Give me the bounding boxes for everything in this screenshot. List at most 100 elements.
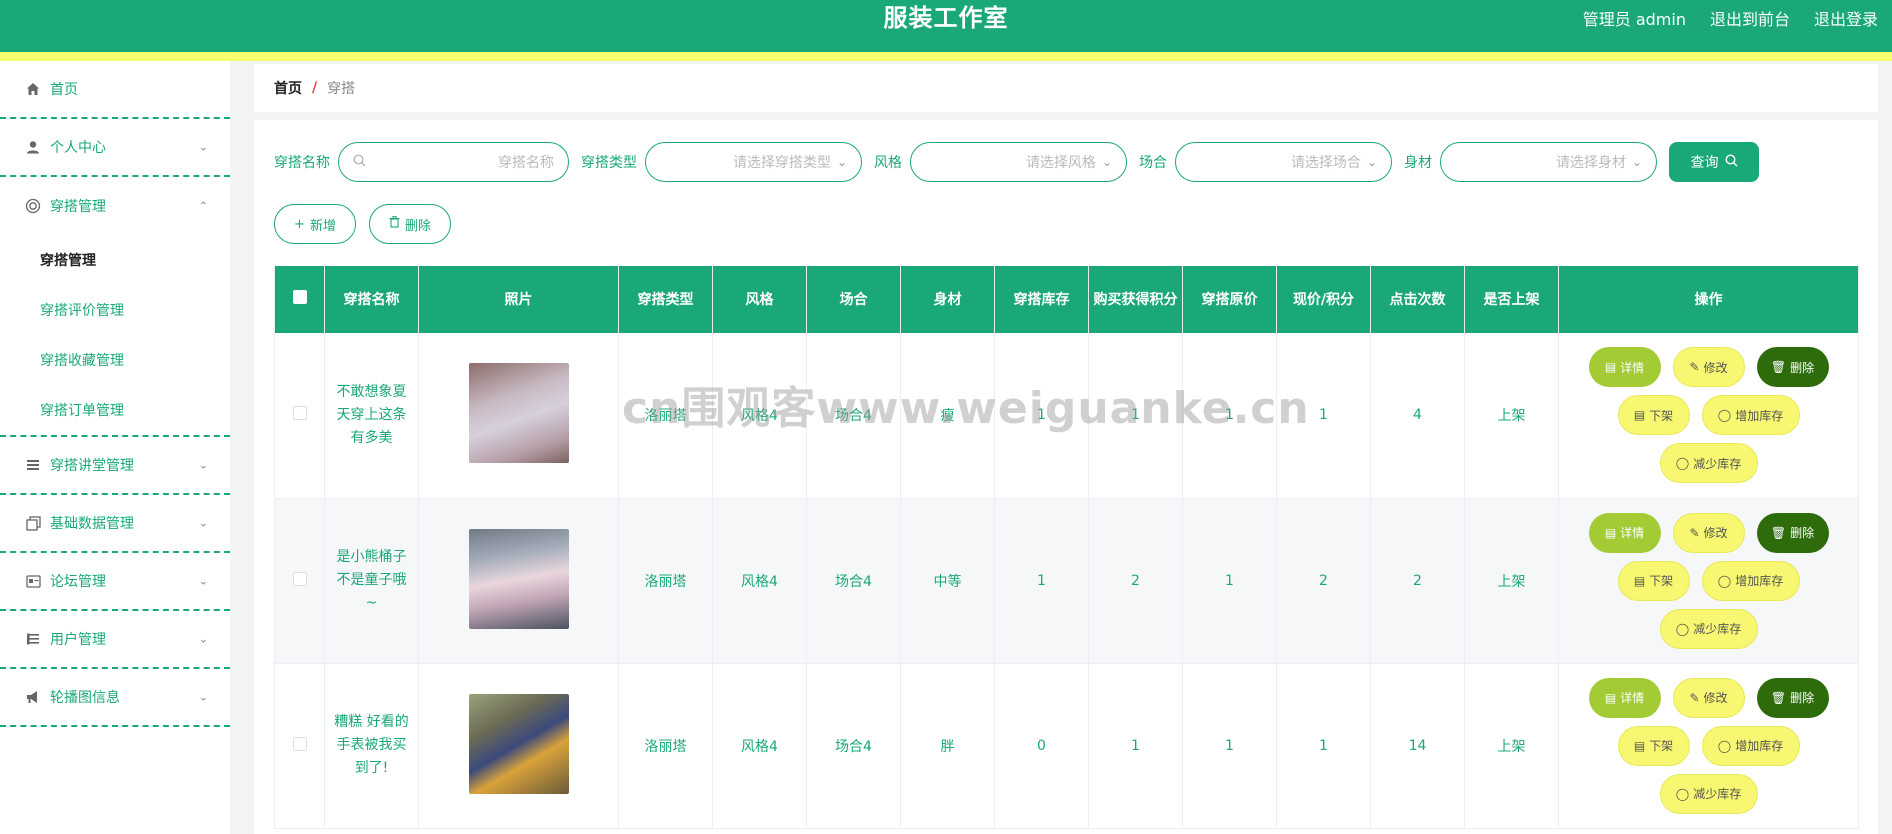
sidebar-item-home[interactable]: 首页	[0, 61, 230, 119]
chevron-down-icon: ⌄	[1101, 155, 1112, 169]
select-all-checkbox[interactable]	[292, 289, 307, 304]
figure-filter-select[interactable]: 请选择身材 ⌄	[1440, 142, 1657, 182]
submenu-item-outfit-favorite[interactable]: 穿搭收藏管理	[0, 335, 230, 385]
edit-button[interactable]: ✎ 修改	[1672, 347, 1745, 388]
detail-button[interactable]: ▤ 详情	[1588, 347, 1661, 388]
top-header: 服装工作室 管理员 admin 退出到前台 退出登录	[0, 0, 1892, 52]
submenu-item-outfit[interactable]: 穿搭管理	[0, 235, 230, 285]
column-header: 身材	[900, 266, 995, 333]
type-filter-label: 穿搭类型	[581, 155, 637, 171]
type-filter-select[interactable]: 请选择穿搭类型 ⌄	[645, 142, 862, 182]
figure-filter-placeholder: 请选择身材	[1555, 155, 1626, 171]
style-filter-select[interactable]: 请选择风格 ⌄	[910, 142, 1127, 182]
take-off-shelf-button[interactable]: ▤ 下架	[1617, 560, 1690, 601]
outfit-table: 穿搭名称 照片 穿搭类型 风格 场合 身材 穿搭库存 购买获得积分 穿搭原价 现…	[274, 266, 1859, 829]
row-checkbox[interactable]	[292, 406, 307, 421]
list-icon	[24, 456, 42, 474]
style-cell: 风格4	[712, 333, 807, 499]
edit-button[interactable]: ✎ 修改	[1672, 512, 1745, 553]
sidebar-item-basic-data[interactable]: 基础数据管理 ⌄	[0, 495, 230, 553]
submenu-item-outfit-order[interactable]: 穿搭订单管理	[0, 385, 230, 435]
sidebar-item-label: 用户管理	[50, 632, 106, 648]
filter-bar: 穿搭名称 穿搭名称 穿搭类型 请选择穿搭类型 ⌄ 风格 请选择风格 ⌄ 场合 请…	[274, 142, 1759, 182]
delete-button[interactable]: 🗑 删除	[1756, 677, 1829, 718]
reduce-stock-button[interactable]: ◯ 减少库存	[1659, 608, 1758, 649]
photo-cell	[418, 498, 619, 664]
take-off-shelf-label: 下架	[1649, 574, 1674, 588]
sidebar-item-outfit-lecture[interactable]: 穿搭讲堂管理 ⌄	[0, 437, 230, 495]
column-header: 穿搭原价	[1182, 266, 1277, 333]
sidebar-item-users[interactable]: 用户管理 ⌄	[0, 611, 230, 669]
name-filter-input[interactable]: 穿搭名称	[338, 142, 569, 182]
trash-icon: 🗑	[1770, 525, 1787, 540]
clicks-cell: 2	[1370, 498, 1465, 664]
logout-link[interactable]: 退出登录	[1814, 6, 1878, 30]
sidebar-item-outfit-management[interactable]: 穿搭管理 ⌃	[0, 177, 230, 235]
increase-stock-label: 增加库存	[1735, 739, 1784, 753]
reduce-stock-button[interactable]: ◯ 减少库存	[1659, 443, 1758, 484]
increase-stock-button[interactable]: ◯ 增加库存	[1701, 725, 1800, 766]
delete-button[interactable]: 🗑 删除	[1756, 512, 1829, 553]
original-price-cell: 1	[1182, 333, 1277, 499]
table-header-row: 穿搭名称 照片 穿搭类型 风格 场合 身材 穿搭库存 购买获得积分 穿搭原价 现…	[274, 266, 1859, 333]
reduce-stock-label: 减少库存	[1693, 622, 1742, 636]
document-icon: ▤	[1633, 738, 1646, 753]
breadcrumb: 首页 / 穿搭	[254, 64, 1878, 112]
style-filter-label: 风格	[874, 155, 902, 171]
back-to-front-link[interactable]: 退出到前台	[1710, 6, 1790, 30]
pencil-icon: ✎	[1689, 360, 1700, 375]
detail-button[interactable]: ▤ 详情	[1588, 512, 1661, 553]
row-select-cell[interactable]	[274, 333, 325, 499]
edit-button-label: 修改	[1703, 526, 1728, 540]
sidebar-item-forum[interactable]: 论坛管理 ⌄	[0, 553, 230, 611]
original-price-cell: 1	[1182, 663, 1277, 829]
edit-button[interactable]: ✎ 修改	[1672, 677, 1745, 718]
add-button[interactable]: + 新增	[274, 204, 356, 244]
sidebar-item-label: 轮播图信息	[50, 690, 120, 706]
delete-button[interactable]: 🗑 删除	[1756, 347, 1829, 388]
shelf-status-cell: 上架	[1464, 663, 1559, 829]
take-off-shelf-button[interactable]: ▤ 下架	[1617, 725, 1690, 766]
chevron-down-icon: ⌄	[198, 690, 208, 704]
sidebar-item-carousel[interactable]: 轮播图信息 ⌄	[0, 669, 230, 727]
document-icon: ▤	[1604, 690, 1617, 705]
occasion-filter-placeholder: 请选择场合	[1290, 155, 1361, 171]
column-header: 现价/积分	[1276, 266, 1371, 333]
price-cell: 2	[1276, 498, 1371, 664]
sidebar-item-label: 穿搭讲堂管理	[50, 458, 134, 474]
detail-button[interactable]: ▤ 详情	[1588, 677, 1661, 718]
style-cell: 风格4	[712, 663, 807, 829]
increase-stock-button[interactable]: ◯ 增加库存	[1701, 395, 1800, 436]
increase-stock-button[interactable]: ◯ 增加库存	[1701, 560, 1800, 601]
row-select-cell[interactable]	[274, 498, 325, 664]
outfit-photo[interactable]	[468, 693, 569, 794]
photo-cell	[418, 333, 619, 499]
increase-stock-label: 增加库存	[1735, 408, 1784, 423]
query-button[interactable]: 查询	[1669, 142, 1759, 182]
lightbulb-icon: ◯	[1717, 738, 1732, 753]
column-header: 操作	[1558, 266, 1859, 333]
occasion-cell: 场合4	[806, 663, 901, 829]
breadcrumb-home[interactable]: 首页	[274, 78, 302, 98]
type-cell: 洛丽塔	[618, 498, 713, 664]
row-checkbox[interactable]	[292, 736, 307, 751]
occasion-filter-label: 场合	[1139, 155, 1167, 171]
submenu-item-outfit-review[interactable]: 穿搭评价管理	[0, 285, 230, 335]
lightbulb-icon: ◯	[1717, 573, 1732, 588]
take-off-shelf-button[interactable]: ▤ 下架	[1617, 395, 1690, 436]
select-all-cell[interactable]	[274, 266, 325, 333]
operations-cell: ▤ 详情 ✎ 修改 🗑 删除 ▤ 下架 ◯ 增加库存 ◯ 减少库存	[1558, 663, 1859, 829]
reduce-stock-button[interactable]: ◯ 减少库存	[1659, 773, 1758, 814]
row-select-cell[interactable]	[274, 663, 325, 829]
column-header: 购买获得积分	[1088, 266, 1183, 333]
occasion-filter-select[interactable]: 请选择场合 ⌄	[1175, 142, 1392, 182]
outfit-photo[interactable]	[468, 363, 569, 464]
delete-button-label: 删除	[1790, 691, 1815, 705]
outfit-name-cell: 不敢想象夏天穿上这条有多美	[324, 333, 419, 499]
delete-button-label: 删除	[404, 218, 431, 234]
batch-delete-button[interactable]: 删除	[369, 204, 451, 244]
outfit-photo[interactable]	[468, 528, 569, 629]
sidebar-item-personal-center[interactable]: 个人中心 ⌄	[0, 119, 230, 177]
row-checkbox[interactable]	[292, 571, 307, 586]
lightbulb-icon: ◯	[1717, 408, 1732, 423]
